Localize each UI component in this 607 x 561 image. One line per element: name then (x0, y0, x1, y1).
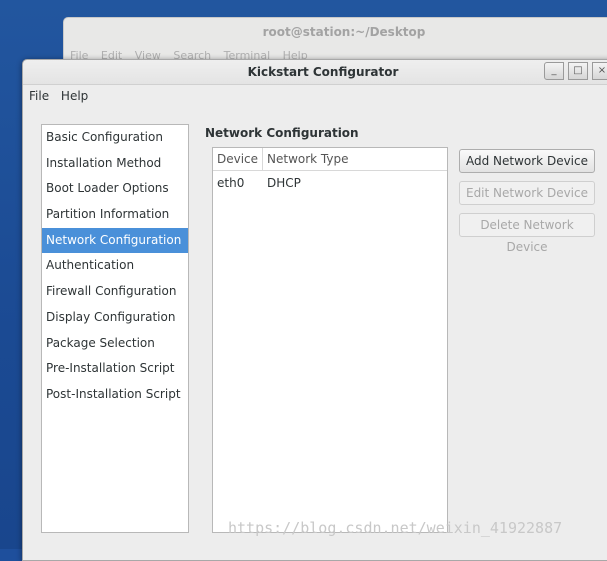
window-title: Kickstart Configurator (247, 65, 399, 79)
table-row[interactable]: eth0 DHCP (213, 171, 447, 195)
sidebar-item-post-installation-script[interactable]: Post-Installation Script (42, 382, 188, 408)
maximize-icon: □ (573, 65, 583, 76)
minimize-icon: _ (551, 65, 557, 76)
sidebar-nav: Basic Configuration Installation Method … (41, 124, 189, 533)
column-header-device[interactable]: Device (213, 148, 263, 170)
watermark: https://blog.csdn.net/weixin_41922887 (228, 519, 563, 537)
sidebar-item-display-configuration[interactable]: Display Configuration (42, 305, 188, 331)
maximize-button[interactable]: □ (568, 62, 588, 80)
table-header: Device Network Type (213, 148, 447, 171)
menubar: File Help (29, 89, 96, 103)
sidebar-item-boot-loader-options[interactable]: Boot Loader Options (42, 176, 188, 202)
sidebar-item-basic-configuration[interactable]: Basic Configuration (42, 125, 188, 151)
section-title: Network Configuration (205, 126, 359, 140)
sidebar-item-package-selection[interactable]: Package Selection (42, 331, 188, 357)
menu-file[interactable]: File (29, 89, 49, 103)
sidebar-item-authentication[interactable]: Authentication (42, 253, 188, 279)
sidebar-item-installation-method[interactable]: Installation Method (42, 151, 188, 177)
delete-network-device-button[interactable]: Delete Network Device (459, 213, 595, 254)
window-titlebar[interactable]: Kickstart Configurator _ □ × (23, 60, 607, 85)
column-header-network-type[interactable]: Network Type (263, 148, 348, 170)
edit-network-device-button[interactable]: Edit Network Device (459, 181, 595, 205)
close-icon: × (597, 65, 607, 76)
sidebar-item-partition-information[interactable]: Partition Information (42, 202, 188, 228)
minimize-button[interactable]: _ (544, 62, 564, 80)
add-network-device-button[interactable]: Add Network Device (459, 149, 595, 173)
cell-device: eth0 (217, 176, 245, 190)
sidebar-item-pre-installation-script[interactable]: Pre-Installation Script (42, 356, 188, 382)
terminal-title: root@station:~/Desktop (262, 25, 426, 39)
menu-help[interactable]: Help (61, 89, 88, 103)
close-button[interactable]: × (592, 62, 607, 80)
network-device-table[interactable]: Device Network Type eth0 DHCP (212, 147, 448, 533)
sidebar-item-firewall-configuration[interactable]: Firewall Configuration (42, 279, 188, 305)
cell-network-type: DHCP (267, 176, 301, 190)
kickstart-window: Kickstart Configurator _ □ × File Help B… (22, 59, 607, 561)
sidebar-item-network-configuration[interactable]: Network Configuration (42, 227, 188, 254)
